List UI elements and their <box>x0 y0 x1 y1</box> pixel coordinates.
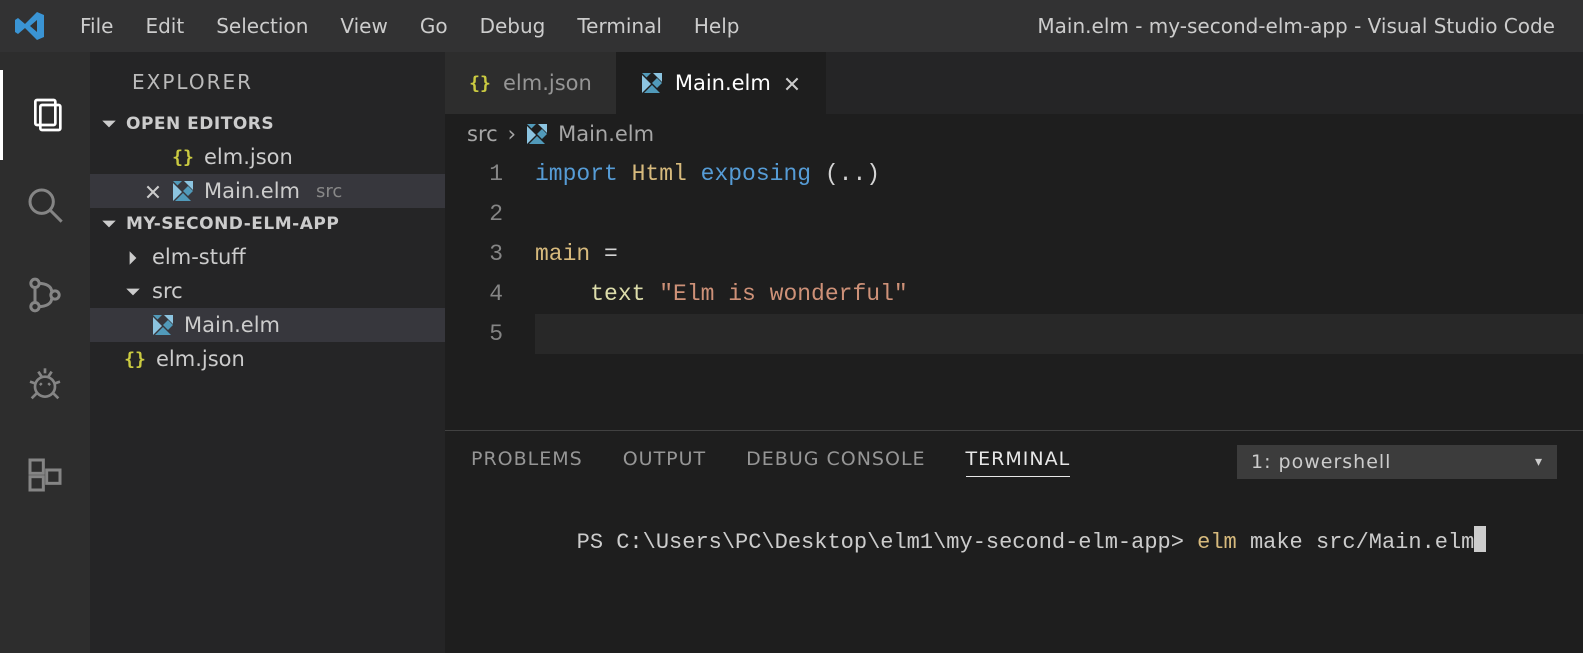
open-editor-filename: elm.json <box>204 145 293 169</box>
gutter: 12345 <box>445 154 535 430</box>
panel-tab-output[interactable]: OUTPUT <box>623 448 706 476</box>
tree-file-name: elm.json <box>156 347 245 371</box>
chevron-down-icon: ▾ <box>1535 454 1543 470</box>
menu-file[interactable]: File <box>64 10 129 42</box>
editor-area: elm.json Main.elm src › Main.elm 12345 impo… <box>445 52 1583 653</box>
editor-tab[interactable]: elm.json <box>445 52 617 114</box>
close-icon[interactable] <box>144 182 162 200</box>
tree-file[interactable]: elm.json <box>90 342 445 376</box>
chevron-right-icon <box>124 248 142 266</box>
menu-edit[interactable]: Edit <box>129 10 200 42</box>
elm-file-icon <box>526 123 548 145</box>
tree-file[interactable]: Main.elm <box>90 308 445 342</box>
close-icon[interactable] <box>783 74 801 92</box>
json-file-icon <box>124 348 146 370</box>
extensions-icon[interactable] <box>0 430 90 520</box>
tab-bar: elm.json Main.elm <box>445 52 1583 114</box>
open-editor-filename: Main.elm <box>204 179 300 203</box>
activity-bar <box>0 52 90 653</box>
chevron-down-icon <box>124 282 142 300</box>
editor-tab-label: elm.json <box>503 71 592 95</box>
menu-selection[interactable]: Selection <box>200 10 324 42</box>
titlebar: FileEditSelectionViewGoDebugTerminalHelp… <box>0 0 1583 52</box>
tree-folder[interactable]: elm-stuff <box>90 240 445 274</box>
elm-file-icon <box>641 72 663 94</box>
open-editor-item[interactable]: Main.elm src <box>90 174 445 208</box>
breadcrumbs[interactable]: src › Main.elm <box>445 114 1583 154</box>
workspace-header[interactable]: MY-SECOND-ELM-APP <box>90 208 445 240</box>
window-title: Main.elm - my-second-elm-app - Visual St… <box>1037 14 1573 38</box>
json-file-icon <box>469 72 491 94</box>
terminal-cmd-highlight: elm <box>1197 530 1237 555</box>
explorer-icon[interactable] <box>0 70 90 160</box>
code-editor[interactable]: 12345 import Html exposing (..)main = te… <box>445 154 1583 430</box>
open-editors-label: OPEN EDITORS <box>126 114 274 134</box>
editor-tab[interactable]: Main.elm <box>617 52 826 114</box>
source-control-icon[interactable] <box>0 250 90 340</box>
terminal-selector-value[interactable]: 1: powershell <box>1237 445 1557 479</box>
terminal-selector[interactable]: 1: powershell ▾ <box>1237 445 1557 479</box>
panel-tabs: PROBLEMS OUTPUT DEBUG CONSOLE TERMINAL 1: p… <box>445 431 1583 489</box>
breadcrumb-segment[interactable]: src <box>467 122 498 146</box>
terminal[interactable]: PS C:\Users\PC\Desktop\elm1\my-second-el… <box>445 489 1583 653</box>
chevron-right-icon: › <box>508 122 516 146</box>
search-icon[interactable] <box>0 160 90 250</box>
tree-file-name: Main.elm <box>184 313 280 337</box>
breadcrumb-segment[interactable]: Main.elm <box>558 122 654 146</box>
chevron-down-icon <box>100 215 118 233</box>
menu-view[interactable]: View <box>324 10 403 42</box>
menu-debug[interactable]: Debug <box>464 10 562 42</box>
panel-tab-debug-console[interactable]: DEBUG CONSOLE <box>746 448 925 476</box>
open-editor-path: src <box>316 181 342 202</box>
bottom-panel: PROBLEMS OUTPUT DEBUG CONSOLE TERMINAL 1: p… <box>445 430 1583 653</box>
elm-file-icon <box>172 180 194 202</box>
chevron-down-icon <box>100 115 118 133</box>
terminal-cmd-rest: make src/Main.elm <box>1237 530 1475 555</box>
tree-folder[interactable]: src <box>90 274 445 308</box>
sidebar: EXPLORER OPEN EDITORS elm.jsonMain.elmsr… <box>90 52 445 653</box>
json-file-icon <box>172 146 194 168</box>
workspace-label: MY-SECOND-ELM-APP <box>126 214 339 234</box>
open-editors-header[interactable]: OPEN EDITORS <box>90 108 445 140</box>
code-text[interactable]: import Html exposing (..)main = text "El… <box>535 154 1583 430</box>
panel-tab-problems[interactable]: PROBLEMS <box>471 448 583 476</box>
elm-file-icon <box>152 314 174 336</box>
tree-folder-name: elm-stuff <box>152 245 246 269</box>
open-editor-item[interactable]: elm.json <box>90 140 445 174</box>
menu-help[interactable]: Help <box>678 10 756 42</box>
panel-tab-terminal[interactable]: TERMINAL <box>966 448 1071 477</box>
terminal-cursor <box>1474 526 1486 552</box>
sidebar-title: EXPLORER <box>90 52 445 108</box>
menu-terminal[interactable]: Terminal <box>561 10 678 42</box>
terminal-prompt: PS C:\Users\PC\Desktop\elm1\my-second-el… <box>577 530 1198 555</box>
menu-go[interactable]: Go <box>404 10 464 42</box>
debug-icon[interactable] <box>0 340 90 430</box>
vscode-logo-icon <box>14 10 46 42</box>
tree-folder-name: src <box>152 279 183 303</box>
editor-tab-label: Main.elm <box>675 71 771 95</box>
